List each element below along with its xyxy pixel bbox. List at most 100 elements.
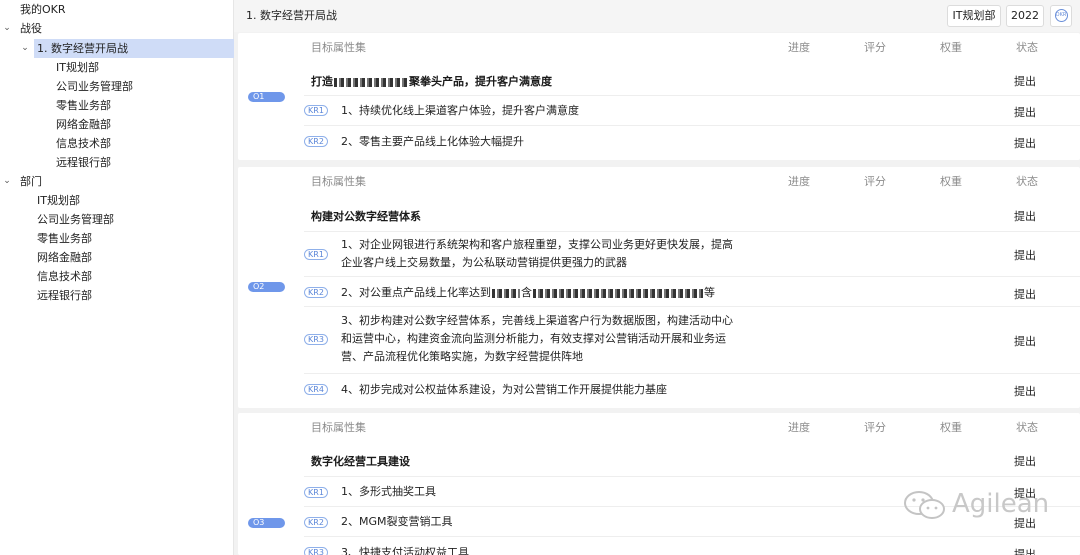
tree-item-label: 信息技术部 — [37, 270, 92, 283]
objective-status: 提出 — [1014, 210, 1036, 223]
tree-item-campaign-dept[interactable]: 零售业务部 — [0, 96, 234, 115]
tree-item-campaign-dept[interactable]: 网络金融部 — [0, 115, 234, 134]
tree-item-label: 公司业务管理部 — [56, 80, 133, 93]
redacted-text — [334, 77, 408, 87]
tree-item-label: IT规划部 — [56, 61, 99, 74]
kr-badge: KR2 — [304, 136, 328, 147]
page-title: 1. 数字经营开局战 — [246, 9, 337, 22]
sidebar-tree: 我的OKR ⌄ 战役 ⌄ 1. 数字经营开局战 IT规划部 公司业务管理部 零售… — [0, 0, 234, 555]
objective-title[interactable]: 数字化经营工具建设 — [311, 453, 410, 469]
column-header-name: 目标属性集 — [311, 421, 366, 434]
column-header-name: 目标属性集 — [311, 41, 366, 54]
year-filter-button[interactable]: 2022 — [1006, 5, 1044, 27]
tree-item-label: 我的OKR — [20, 3, 66, 16]
chevron-down-icon[interactable]: ⌄ — [2, 172, 12, 191]
kr-text: 4、初步完成对公权益体系建设，为对公营销工作开展提供能力基座 — [341, 383, 667, 396]
tree-item-dept[interactable]: IT规划部 — [0, 191, 234, 210]
objective-title[interactable]: 打造 聚拳头产品，提升客户满意度 — [311, 73, 552, 89]
kr-row[interactable]: KR1 1、对企业网银进行系统架构和客户旅程重塑，支撑公司业务更好更快发展，提高… — [304, 231, 1080, 276]
objective-badge: O2 — [248, 282, 285, 292]
tree-item-dept[interactable]: 信息技术部 — [0, 267, 234, 286]
objective-card: 目标属性集 进度 评分 权重 状态 数字化经营工具建设 提出 O3 KR1 1、… — [238, 413, 1080, 555]
kr-status: 提出 — [1014, 335, 1036, 348]
tree-item-dept[interactable]: 零售业务部 — [0, 229, 234, 248]
tree-item-label: 零售业务部 — [37, 232, 92, 245]
column-header-score: 评分 — [864, 421, 886, 434]
column-header-progress: 进度 — [788, 175, 810, 188]
kr-badge: KR2 — [304, 287, 328, 298]
column-header-weight: 权重 — [940, 175, 962, 188]
okr-circle-icon: OKR — [1054, 8, 1068, 22]
kr-badge: KR1 — [304, 105, 328, 116]
tree-item-label: 零售业务部 — [56, 99, 111, 112]
kr-badge: KR2 — [304, 517, 328, 528]
tree-item-label: 远程银行部 — [56, 156, 111, 169]
watermark: Agilean — [902, 488, 1052, 522]
tree-item-label: 网络金融部 — [37, 251, 92, 264]
kr-status: 提出 — [1014, 249, 1036, 262]
tree-item-dept[interactable]: 网络金融部 — [0, 248, 234, 267]
tree-item-label: IT规划部 — [37, 194, 80, 207]
objective-card: 目标属性集 进度 评分 权重 状态 打造 聚拳头产品，提升客户满意度 提出 O1 … — [238, 33, 1080, 160]
tree-item-label: 信息技术部 — [56, 137, 111, 150]
kr-status: 提出 — [1014, 385, 1036, 398]
kr-badge: KR1 — [304, 249, 328, 260]
kr-status: 提出 — [1014, 137, 1036, 150]
column-header-weight: 权重 — [940, 41, 962, 54]
tree-item-label: 公司业务管理部 — [37, 213, 114, 226]
kr-text: 2、零售主要产品线上化体验大幅提升 — [341, 135, 524, 148]
column-header-status: 状态 — [1016, 41, 1038, 54]
tree-item-label: 远程银行部 — [37, 289, 92, 302]
tree-item-dept[interactable]: 远程银行部 — [0, 286, 234, 305]
main-panel: 1. 数字经营开局战 IT规划部 2022 OKR 目标属性集 进度 评分 权重… — [234, 0, 1080, 555]
kr-row[interactable]: KR3 3、初步构建对公数字经营体系，完善线上渠道客户行为数据版图，构建活动中心… — [304, 306, 1080, 373]
column-header-status: 状态 — [1016, 175, 1038, 188]
redacted-text — [492, 288, 520, 298]
kr-badge: KR1 — [304, 487, 328, 498]
kr-row[interactable]: KR4 4、初步完成对公权益体系建设，为对公营销工作开展提供能力基座 提出 — [304, 373, 1080, 404]
tree-item-campaign-dept[interactable]: 远程银行部 — [0, 153, 234, 172]
tree-item-campaign-dept[interactable]: 公司业务管理部 — [0, 77, 234, 96]
chevron-down-icon[interactable]: ⌄ — [20, 39, 30, 58]
tree-item-my-okr[interactable]: 我的OKR — [0, 0, 234, 19]
kr-text: 1、对企业网银进行系统架构和客户旅程重塑，支撑公司业务更好更快发展，提高企业客户… — [341, 238, 733, 269]
kr-row[interactable]: KR2 2、零售主要产品线上化体验大幅提升 提出 — [304, 125, 1080, 156]
watermark-text: Agilean — [952, 489, 1050, 519]
kr-status: 提出 — [1014, 548, 1036, 555]
kr-row[interactable]: KR3 3、快捷支付活动权益工具 提出 — [304, 536, 1080, 555]
tree-item-campaign-dept[interactable]: 信息技术部 — [0, 134, 234, 153]
tree-item-label: 部门 — [20, 175, 42, 188]
kr-text: 3、初步构建对公数字经营体系，完善线上渠道客户行为数据版图，构建活动中心和运营中… — [341, 314, 733, 363]
dept-filter-button[interactable]: IT规划部 — [947, 5, 1001, 27]
wechat-icon — [904, 491, 945, 519]
kr-row[interactable]: KR1 1、持续优化线上渠道客户体验，提升客户满意度 提出 — [304, 95, 1080, 125]
column-header-score: 评分 — [864, 175, 886, 188]
column-header-progress: 进度 — [788, 421, 810, 434]
kr-status: 提出 — [1014, 106, 1036, 119]
tree-item-label: 战役 — [20, 22, 42, 35]
kr-badge: KR3 — [304, 334, 328, 345]
column-header-score: 评分 — [864, 41, 886, 54]
kr-badge: KR3 — [304, 547, 328, 555]
kr-text: 2、对公重点产品线上化率达到含等 — [341, 286, 715, 299]
objective-badge: O3 — [248, 518, 285, 528]
objective-status: 提出 — [1014, 455, 1036, 468]
tree-item-label: 网络金融部 — [56, 118, 111, 131]
tree-group-dept[interactable]: ⌄ 部门 — [0, 172, 234, 191]
chevron-down-icon[interactable]: ⌄ — [2, 19, 12, 38]
column-header-progress: 进度 — [788, 41, 810, 54]
kr-text: 2、MGM裂变营销工具 — [341, 515, 453, 528]
tree-item-label: 1. 数字经营开局战 — [37, 42, 128, 55]
header-bar: 1. 数字经营开局战 IT规划部 2022 OKR — [234, 0, 1080, 32]
okr-view-button[interactable]: OKR — [1050, 5, 1072, 27]
objective-status: 提出 — [1014, 75, 1036, 88]
kr-status: 提出 — [1014, 288, 1036, 301]
kr-text: 1、持续优化线上渠道客户体验，提升客户满意度 — [341, 104, 579, 117]
tree-item-campaign-selected[interactable]: ⌄ 1. 数字经营开局战 — [21, 39, 234, 58]
tree-item-dept[interactable]: 公司业务管理部 — [0, 210, 234, 229]
kr-row[interactable]: KR2 2、对公重点产品线上化率达到含等 提出 — [304, 276, 1080, 306]
tree-item-campaign-dept[interactable]: IT规划部 — [0, 58, 234, 77]
objective-title[interactable]: 构建对公数字经营体系 — [311, 208, 421, 224]
tree-group-campaign[interactable]: ⌄ 战役 — [0, 19, 234, 38]
column-header-weight: 权重 — [940, 421, 962, 434]
